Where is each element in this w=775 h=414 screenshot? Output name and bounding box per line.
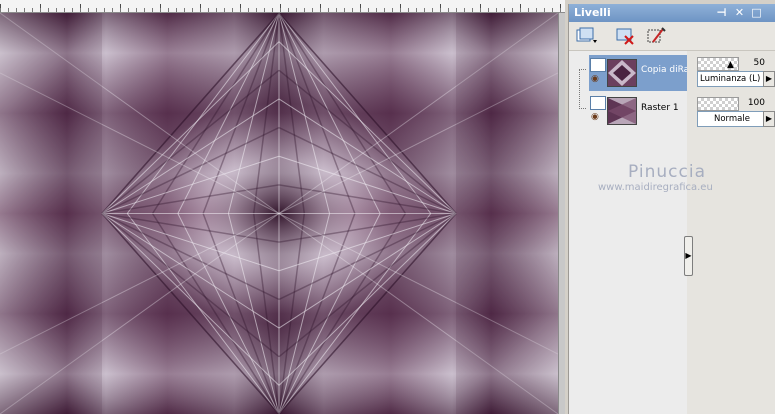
chevron-right-icon[interactable]: ▶ xyxy=(763,111,775,127)
layer-properties: ▲ 50 Luminanza (L) ▶ 100 Normale ▶ xyxy=(687,51,775,414)
layers-toolbar xyxy=(569,22,775,51)
blend-mode-select[interactable]: Normale xyxy=(697,111,765,127)
chevron-right-icon[interactable]: ▶ xyxy=(763,71,775,87)
panel-title-bar[interactable]: Livelli ⊣ ✕ □ xyxy=(569,4,775,22)
layer-name: Raster 1 xyxy=(641,103,679,113)
panel-splitter-handle[interactable]: ▶ xyxy=(684,236,693,276)
eye-icon[interactable]: ◉ xyxy=(591,75,604,84)
watermark-url: www.maidiregrafica.eu xyxy=(598,182,713,193)
opacity-slider[interactable] xyxy=(697,97,739,111)
canvas-area[interactable] xyxy=(0,0,565,414)
layer-type-icon xyxy=(590,58,606,72)
new-layer-icon[interactable] xyxy=(575,26,597,46)
layer-thumbnail xyxy=(607,59,637,87)
opacity-value[interactable]: 50 xyxy=(754,57,765,69)
panel-title: Livelli xyxy=(574,6,611,19)
maximize-icon[interactable]: □ xyxy=(750,6,763,19)
layer-thumbnail xyxy=(607,97,637,125)
layer-row-copia[interactable]: ◉ Copia diRaster 1 xyxy=(589,55,687,91)
watermark-name: Pinuccia xyxy=(628,162,706,182)
layer-row-raster1[interactable]: ◉ Raster 1 xyxy=(589,93,687,129)
close-icon[interactable]: ✕ xyxy=(733,6,746,19)
layers-panel: Livelli ⊣ ✕ □ ◉ Copia diRa ◉ Raster 1 ▲ … xyxy=(568,4,775,414)
opacity-value[interactable]: 100 xyxy=(748,97,765,109)
pin-icon[interactable]: ⊣ xyxy=(715,6,728,19)
slider-thumb-icon[interactable]: ▲ xyxy=(727,60,734,70)
layers-list[interactable]: ◉ Copia diRaster 1 ◉ Raster 1 xyxy=(569,51,688,414)
edit-selection-icon[interactable] xyxy=(645,26,667,46)
horizontal-ruler xyxy=(0,0,565,13)
layer-name: Copia diRaster 1 xyxy=(641,65,687,75)
blend-mode-select[interactable]: Luminanza (L) xyxy=(697,71,765,87)
image-canvas[interactable] xyxy=(0,13,558,414)
layer-group-bracket xyxy=(579,69,586,109)
eye-icon[interactable]: ◉ xyxy=(591,113,604,122)
layer-type-icon xyxy=(590,96,606,110)
canvas-border xyxy=(558,13,565,414)
delete-layer-icon[interactable] xyxy=(615,26,637,46)
